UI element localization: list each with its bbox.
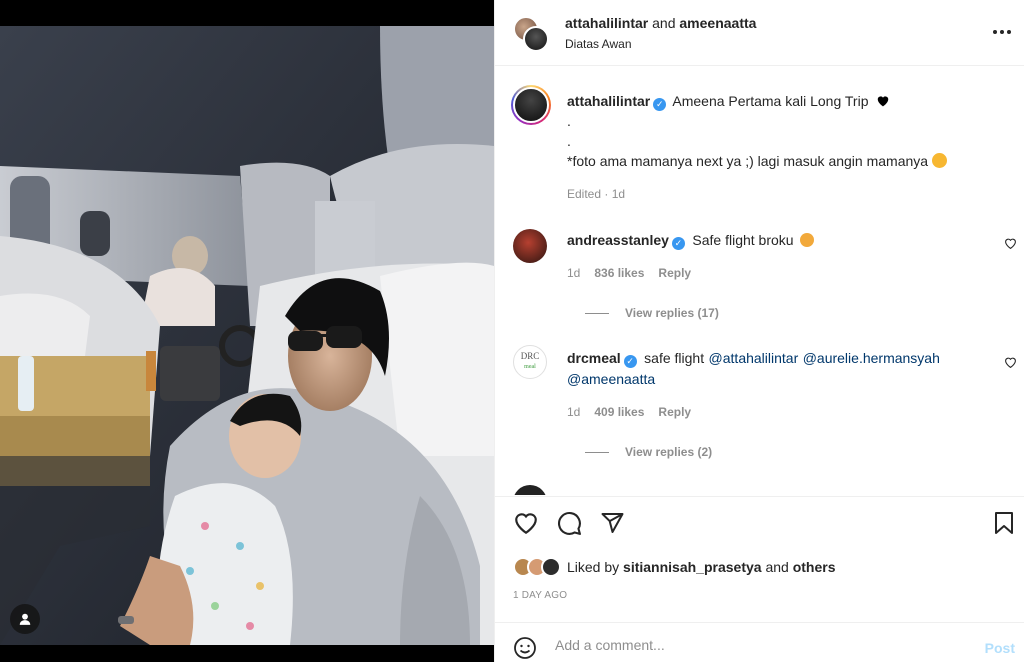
verified-icon: ✓ xyxy=(671,236,685,250)
comment-text: safe flight xyxy=(644,350,705,366)
mention-link[interactable]: @attahalilintar xyxy=(709,350,799,366)
view-replies-label: View replies (2) xyxy=(625,445,713,459)
location-link[interactable]: Diatas Awan xyxy=(565,37,632,51)
caption-line-1: Ameena Pertama kali Long Trip xyxy=(672,93,869,109)
emoji-party-face xyxy=(800,233,815,247)
bookmark-icon[interactable] xyxy=(993,511,1015,535)
caption-line-3: . xyxy=(567,133,571,149)
verified-icon: ✓ xyxy=(653,97,667,111)
commenter-avatar[interactable]: DRC meal xyxy=(513,345,547,379)
author-conjunction: and xyxy=(652,15,676,31)
post-side-panel: attahalilintar and ameenaatta Diatas Awa… xyxy=(494,0,1024,662)
collab-avatars[interactable] xyxy=(513,16,549,52)
add-comment-input[interactable] xyxy=(555,633,935,657)
commenter-avatar[interactable] xyxy=(513,229,547,263)
liker-username-link[interactable]: sitiannisah_prasetya xyxy=(623,559,762,575)
coauthor-username-link[interactable]: ameenaatta xyxy=(679,15,756,31)
comment-time: 1d xyxy=(567,405,581,419)
add-comment-bar: Post xyxy=(495,622,1024,662)
drcmeal-logo-icon: DRC meal xyxy=(520,351,540,371)
post-header: attahalilintar and ameenaatta Diatas Awa… xyxy=(495,0,1024,66)
comment-meta: 1d 409 likes Reply xyxy=(567,405,691,419)
emoji-heart-eyes xyxy=(931,153,947,168)
others-link[interactable]: others xyxy=(793,559,836,575)
comments-list[interactable]: attahalilintar ✓ Ameena Pertama kali Long… xyxy=(495,67,1024,495)
heart-icon[interactable] xyxy=(513,511,539,535)
verified-icon: ✓ xyxy=(623,354,637,368)
post-timestamp[interactable]: 1 DAY AGO xyxy=(513,590,567,601)
photo-bottom-bar xyxy=(0,645,494,662)
post-actions-bar xyxy=(495,496,1024,544)
comment-like-heart-icon[interactable] xyxy=(1004,356,1017,369)
comment-time: 1d xyxy=(567,266,581,280)
caption-line-4-text: *foto ama mamanya next ya ;) lagi masuk … xyxy=(567,153,929,169)
mention-link[interactable]: @ameenaatta xyxy=(567,371,655,387)
reply-button[interactable]: Reply xyxy=(658,266,691,280)
reply-button[interactable]: Reply xyxy=(658,405,691,419)
caption-meta: Edited · 1d xyxy=(567,187,626,201)
divider xyxy=(585,451,609,453)
caption-avatar[interactable] xyxy=(511,85,551,125)
comment-meta: 1d 836 likes Reply xyxy=(567,266,691,280)
view-replies-button[interactable]: View replies (2) xyxy=(585,445,712,459)
caption-username-link[interactable]: attahalilintar xyxy=(567,93,650,109)
mention-link[interactable]: @aurelie.hermansyah xyxy=(803,350,940,366)
comment-likes-link[interactable]: 836 likes xyxy=(594,266,644,280)
share-icon[interactable] xyxy=(600,511,625,535)
comment-text: Safe flight broku xyxy=(692,232,794,248)
liked-by-and: and xyxy=(765,559,789,575)
tag-user-icon xyxy=(19,613,31,625)
comment-username-link[interactable]: drcmeal xyxy=(567,350,621,366)
more-options-button[interactable] xyxy=(993,30,1011,34)
view-replies-button[interactable]: View replies (17) xyxy=(585,306,719,320)
liked-by-prefix: Liked by xyxy=(567,559,620,575)
avatar[interactable] xyxy=(523,26,549,52)
comment-likes-link[interactable]: 409 likes xyxy=(594,405,644,419)
post-photo[interactable] xyxy=(0,0,494,662)
divider xyxy=(585,312,609,314)
caption-line-4: *foto ama mamanya next ya ;) lagi masuk … xyxy=(567,151,987,171)
author-names: attahalilintar and ameenaatta xyxy=(565,15,756,31)
post-caption: attahalilintar ✓ Ameena Pertama kali Long… xyxy=(567,91,987,171)
post-comment-button[interactable]: Post xyxy=(985,640,1015,656)
more-icon xyxy=(993,30,997,34)
comment-body: drcmeal ✓ safe flight @attahalilintar @au… xyxy=(567,348,987,390)
comment-username-link[interactable]: andreasstanley xyxy=(567,232,669,248)
liked-by-row: Liked by sitiannisah_prasetya and others xyxy=(513,557,836,577)
comment-icon[interactable] xyxy=(557,511,582,536)
tag-user-button[interactable] xyxy=(10,604,40,634)
caption-line-2: . xyxy=(567,113,571,129)
post-image xyxy=(0,26,494,645)
liker-avatars[interactable] xyxy=(513,557,561,577)
comment-like-heart-icon[interactable] xyxy=(1004,237,1017,250)
comment-body: andreasstanley ✓ Safe flight broku xyxy=(567,230,987,251)
black-heart-icon xyxy=(878,96,889,107)
emoji-icon[interactable] xyxy=(513,636,537,660)
photo-top-bar xyxy=(0,0,494,26)
author-username-link[interactable]: attahalilintar xyxy=(565,15,648,31)
commenter-avatar[interactable] xyxy=(513,485,547,495)
avatar xyxy=(541,557,561,577)
view-replies-label: View replies (17) xyxy=(625,306,719,320)
